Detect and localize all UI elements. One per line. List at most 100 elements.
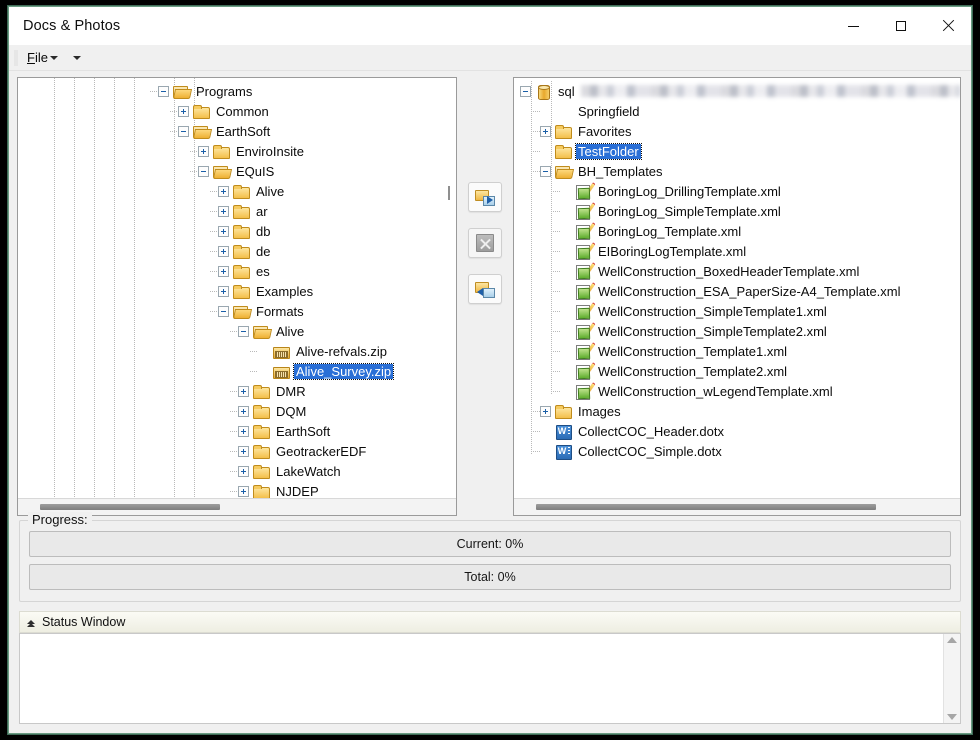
tree-row-label[interactable]: EQuIS: [234, 164, 276, 179]
tree-row-label[interactable]: Alive: [274, 324, 306, 339]
tree-row[interactable]: CollectCOC_Simple.dotx: [514, 441, 960, 461]
expand-icon[interactable]: [218, 266, 229, 277]
tree-row-label[interactable]: WellConstruction_BoxedHeaderTemplate.xml: [596, 264, 861, 279]
tree-row-label[interactable]: Springfield: [576, 104, 641, 119]
expand-icon[interactable]: [238, 486, 249, 497]
expand-icon[interactable]: [198, 146, 209, 157]
tree-row-label[interactable]: EarthSoft: [274, 424, 332, 439]
tree-row-label[interactable]: BH_Templates: [576, 164, 665, 179]
menu-file[interactable]: File: [23, 48, 63, 67]
scroll-up-icon[interactable]: [947, 637, 957, 643]
tree-row-label[interactable]: Examples: [254, 284, 315, 299]
tree-row[interactable]: WellConstruction_wLegendTemplate.xml: [514, 381, 960, 401]
tree-row-label[interactable]: CollectCOC_Simple.dotx: [576, 444, 724, 459]
expand-icon[interactable]: [238, 386, 249, 397]
tree-row[interactable]: db: [18, 221, 456, 241]
expand-icon[interactable]: [178, 106, 189, 117]
tree-row-label[interactable]: CollectCOC_Header.dotx: [576, 424, 726, 439]
tree-row[interactable]: WellConstruction_SimpleTemplate1.xml: [514, 301, 960, 321]
tree-row[interactable]: BoringLog_SimpleTemplate.xml: [514, 201, 960, 221]
tree-row-label[interactable]: Common: [214, 104, 271, 119]
tree-row-label[interactable]: EnviroInsite: [234, 144, 306, 159]
expand-icon[interactable]: [238, 446, 249, 457]
tree-row[interactable]: WellConstruction_ESA_PaperSize-A4_Templa…: [514, 281, 960, 301]
collapse-icon[interactable]: [238, 326, 249, 337]
maximize-button[interactable]: [877, 7, 924, 45]
collapse-icon[interactable]: [178, 126, 189, 137]
tree-row[interactable]: BoringLog_Template.xml: [514, 221, 960, 241]
tree-row[interactable]: WellConstruction_SimpleTemplate2.xml: [514, 321, 960, 341]
status-window-body[interactable]: [19, 633, 961, 724]
tree-row-label[interactable]: de: [254, 244, 272, 259]
server-tree-hscroll-thumb[interactable]: [536, 504, 876, 510]
tree-row[interactable]: Alive-refvals.zip: [18, 341, 456, 361]
tree-row[interactable]: EnviroInsite: [18, 141, 456, 161]
tree-row-label[interactable]: NJDEP: [274, 484, 321, 499]
tree-row[interactable]: Common: [18, 101, 456, 121]
tree-row-label[interactable]: EarthSoft: [214, 124, 272, 139]
toolbar-overflow-icon[interactable]: [73, 56, 81, 60]
tree-row-label[interactable]: Favorites: [576, 124, 633, 139]
tree-row[interactable]: Favorites: [514, 121, 960, 141]
tree-row-label[interactable]: BoringLog_Template.xml: [596, 224, 743, 239]
tree-row[interactable]: CollectCOC_Header.dotx: [514, 421, 960, 441]
tree-row[interactable]: EIBoringLogTemplate.xml: [514, 241, 960, 261]
tree-row[interactable]: WellConstruction_Template1.xml: [514, 341, 960, 361]
tree-row[interactable]: Alive: [18, 321, 456, 341]
copy-to-left-button[interactable]: [468, 274, 502, 304]
tree-row-label[interactable]: WellConstruction_ESA_PaperSize-A4_Templa…: [596, 284, 903, 299]
expand-icon[interactable]: [218, 246, 229, 257]
tree-resize-grip[interactable]: [448, 186, 450, 200]
server-tree-hscrollbar[interactable]: [514, 498, 960, 515]
tree-row[interactable]: BH_Templates: [514, 161, 960, 181]
tree-row[interactable]: Alive: [18, 181, 456, 201]
tree-row-label[interactable]: LakeWatch: [274, 464, 343, 479]
close-button[interactable]: [924, 7, 971, 45]
tree-row-label[interactable]: BoringLog_SimpleTemplate.xml: [596, 204, 783, 219]
toolbar-grip-icon[interactable]: [14, 50, 18, 66]
tree-row[interactable]: BoringLog_DrillingTemplate.xml: [514, 181, 960, 201]
tree-row[interactable]: GeotrackerEDF: [18, 441, 456, 461]
tree-row-label[interactable]: WellConstruction_SimpleTemplate2.xml: [596, 324, 829, 339]
tree-row[interactable]: ar: [18, 201, 456, 221]
tree-row-label[interactable]: Alive: [254, 184, 286, 199]
collapse-icon[interactable]: [158, 86, 169, 97]
tree-row-label[interactable]: Formats: [254, 304, 306, 319]
tree-row-label[interactable]: WellConstruction_SimpleTemplate1.xml: [596, 304, 829, 319]
tree-row[interactable]: WellConstruction_BoxedHeaderTemplate.xml: [514, 261, 960, 281]
tree-row[interactable]: Alive_Survey.zip: [18, 361, 456, 381]
tree-row-label[interactable]: WellConstruction_wLegendTemplate.xml: [596, 384, 835, 399]
tree-row-label[interactable]: Alive_Survey.zip: [294, 364, 393, 379]
tree-row[interactable]: NJDEP: [18, 481, 456, 498]
expand-icon[interactable]: [218, 186, 229, 197]
tree-row-label[interactable]: TestFolder: [576, 144, 641, 159]
tree-row-label[interactable]: ar: [254, 204, 270, 219]
tree-row-label[interactable]: GeotrackerEDF: [274, 444, 368, 459]
tree-row-label[interactable]: Images: [576, 404, 623, 419]
tree-row[interactable]: EarthSoft: [18, 421, 456, 441]
tree-row[interactable]: EarthSoft: [18, 121, 456, 141]
tree-row[interactable]: Springfield: [514, 101, 960, 121]
tree-row[interactable]: Images: [514, 401, 960, 421]
tree-row-label[interactable]: WellConstruction_Template2.xml: [596, 364, 789, 379]
tree-row[interactable]: sql: [514, 81, 960, 101]
tree-row[interactable]: DQM: [18, 401, 456, 421]
collapse-icon[interactable]: [198, 166, 209, 177]
tree-row[interactable]: Programs: [18, 81, 456, 101]
tree-row[interactable]: Examples: [18, 281, 456, 301]
tree-row[interactable]: LakeWatch: [18, 461, 456, 481]
expand-icon[interactable]: [218, 226, 229, 237]
collapse-icon[interactable]: [218, 306, 229, 317]
server-tree[interactable]: sql Springfield Favorites TestFolder BH_Temp…: [514, 78, 960, 498]
expand-icon[interactable]: [540, 406, 551, 417]
expand-icon[interactable]: [218, 206, 229, 217]
minimize-button[interactable]: [830, 7, 877, 45]
status-window-vscrollbar[interactable]: [943, 634, 960, 723]
tree-row-label[interactable]: es: [254, 264, 272, 279]
tree-row-label[interactable]: db: [254, 224, 272, 239]
tree-row-label[interactable]: BoringLog_DrillingTemplate.xml: [596, 184, 783, 199]
tree-row-label[interactable]: EIBoringLogTemplate.xml: [596, 244, 748, 259]
tree-row[interactable]: Formats: [18, 301, 456, 321]
status-window-header[interactable]: Status Window: [19, 611, 961, 633]
tree-row-label[interactable]: DMR: [274, 384, 308, 399]
